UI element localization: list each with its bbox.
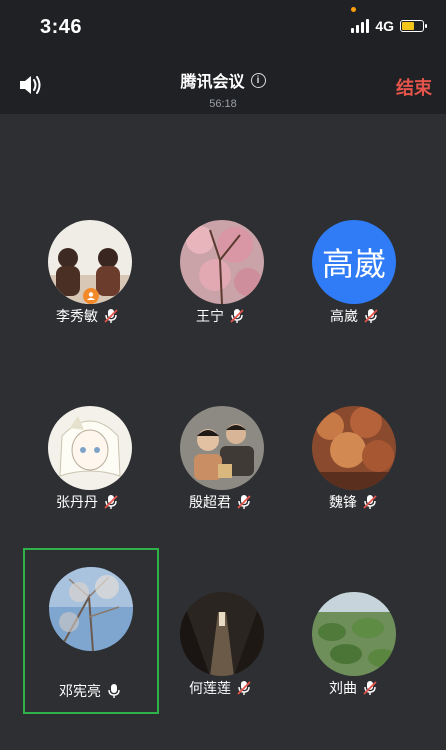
- participant-name: 邓宪亮: [59, 683, 101, 699]
- participant-name: 李秀敏: [56, 308, 98, 324]
- meeting-title-text: 腾讯会议: [180, 74, 245, 91]
- mic-muted-icon: [364, 309, 378, 323]
- participant-grid: 李秀敏 王宁 高崴 高崴 张丹丹 殷超君 魏锋 邓宪亮 何莲莲 刘曲: [0, 114, 446, 750]
- participant-tile-active-speaker[interactable]: 邓宪亮: [23, 548, 159, 714]
- participant-name-row: 张丹丹: [56, 492, 118, 512]
- mic-muted-icon: [237, 495, 251, 509]
- participant-name: 张丹丹: [56, 494, 98, 510]
- participant-name-row: 邓宪亮: [59, 681, 121, 701]
- participant-tile[interactable]: 刘曲: [291, 586, 421, 746]
- participant-name-row: 李秀敏: [56, 306, 118, 326]
- network-type: 4G: [375, 18, 394, 34]
- participant-tile[interactable]: 魏锋: [291, 400, 421, 560]
- mic-muted-icon: [363, 681, 377, 695]
- title-block: 腾讯会议 i 56:18: [0, 68, 446, 110]
- mic-muted-icon: [230, 309, 244, 323]
- participant-tile[interactable]: 李秀敏: [25, 214, 155, 374]
- status-bar: 3:46 4G: [0, 0, 446, 54]
- mic-muted-icon: [104, 309, 118, 323]
- signal-icon: [351, 19, 370, 33]
- avatar: [180, 406, 264, 490]
- participant-name: 何莲莲: [189, 680, 231, 696]
- end-meeting-button[interactable]: 结束: [396, 74, 432, 100]
- avatar: 高崴: [312, 220, 396, 304]
- info-icon[interactable]: i: [250, 72, 266, 88]
- avatar: [48, 406, 132, 490]
- mic-muted-icon: [363, 495, 377, 509]
- meeting-header: 腾讯会议 i 56:18 结束: [0, 54, 446, 114]
- avatar-initials: 高崴: [312, 220, 396, 304]
- status-time: 3:46: [40, 16, 83, 38]
- mic-on-icon: [108, 684, 120, 698]
- participant-name: 魏锋: [329, 494, 357, 510]
- avatar: [312, 592, 396, 676]
- participant-name: 殷超君: [189, 494, 231, 510]
- mic-muted-icon: [237, 681, 251, 695]
- participant-tile[interactable]: 张丹丹: [25, 400, 155, 560]
- recording-dot: [351, 7, 356, 12]
- status-icons: 4G: [351, 18, 427, 34]
- battery-icon: [400, 20, 427, 32]
- participant-name-row: 殷超君: [189, 492, 251, 512]
- participant-name-row: 何莲莲: [189, 678, 251, 698]
- avatar: [180, 592, 264, 676]
- mic-muted-icon: [104, 495, 118, 509]
- avatar: [312, 406, 396, 490]
- participant-tile[interactable]: 高崴 高崴: [291, 214, 421, 374]
- meeting-duration: 56:18: [209, 98, 237, 110]
- meeting-title[interactable]: 腾讯会议 i: [180, 68, 266, 92]
- participant-name: 王宁: [196, 308, 224, 324]
- avatar: [49, 567, 133, 651]
- participant-name-row: 高崴: [330, 306, 378, 326]
- participant-name: 刘曲: [329, 680, 357, 696]
- participant-name: 高崴: [330, 308, 358, 324]
- participant-name-row: 魏锋: [329, 492, 377, 512]
- participant-tile[interactable]: 何莲莲: [158, 586, 288, 746]
- avatar: [180, 220, 264, 304]
- participant-tile[interactable]: 王宁: [158, 214, 288, 374]
- participant-name-row: 王宁: [196, 306, 244, 326]
- participant-name-row: 刘曲: [329, 678, 377, 698]
- participant-tile[interactable]: 殷超君: [158, 400, 288, 560]
- host-icon: [83, 288, 99, 304]
